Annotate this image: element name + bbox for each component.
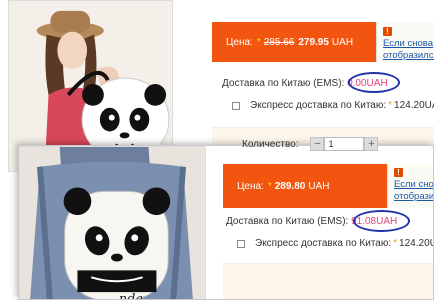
svg-text:nda: nda [119, 292, 143, 300]
price-label: Цена: [237, 180, 264, 192]
price-bar: Цена: * 285.66 279.95 UAH [212, 22, 376, 62]
ems-label: Доставка по Китаю (EMS): [222, 78, 345, 89]
ems-label: Доставка по Китаю (EMS): [226, 216, 349, 227]
express-marker: * [393, 238, 398, 249]
notice-box: ! Если снова отобразился [376, 22, 434, 62]
product-photo-hoodie-panda-backpack: nda [19, 146, 206, 300]
notice-link-line2[interactable]: отобразился [383, 50, 434, 61]
express-amount: 124.20UAH [399, 238, 433, 249]
price-bar: Цена: * 289.80 UAH [223, 164, 387, 208]
express-checkbox[interactable] [232, 101, 240, 110]
express-shipping-row: Экспресс доставка по Китаю: * 124.20UAH [237, 238, 433, 249]
old-price: 285.66 [263, 36, 295, 48]
quantity-input[interactable]: 1 [324, 137, 365, 151]
notice-link[interactable]: Если сно [394, 179, 433, 190]
price-label: Цена: [226, 36, 253, 48]
quantity-control: Количество: − 1 + [242, 137, 379, 151]
new-price: 279.95 [298, 36, 329, 48]
quantity-label: Количество: [242, 138, 299, 150]
quantity-plus-button[interactable]: + [364, 137, 379, 151]
express-label: Экспресс доставка по Китаю: [250, 100, 387, 111]
notice-box: ! Если сно отобразил [387, 164, 433, 208]
price-marker: * [256, 36, 261, 48]
currency: UAH [331, 36, 354, 48]
bottom-screenshot: nda Цена: * 289.80 UAH ! Если сно отобра… [18, 145, 434, 300]
notice-link[interactable]: Если снова [383, 38, 433, 49]
warning-icon: ! [394, 168, 403, 177]
hoodie-panda-backpack-image: nda [20, 147, 205, 300]
price-marker: * [267, 180, 272, 192]
annotation-circle [353, 210, 410, 232]
express-amount: 124.20UAH [394, 100, 434, 111]
options-box [223, 263, 433, 299]
express-shipping-row: Экспресс доставка по Китаю: * 124.20UAH [232, 100, 434, 111]
warning-icon: ! [383, 27, 392, 36]
express-marker: * [388, 100, 393, 111]
express-label: Экспресс доставка по Китаю: [255, 238, 392, 249]
quantity-minus-button[interactable]: − [310, 137, 325, 151]
express-checkbox[interactable] [237, 239, 245, 248]
notice-link-line2[interactable]: отобразил [394, 191, 433, 202]
currency: UAH [308, 180, 330, 192]
price: 289.80 [274, 180, 306, 192]
annotation-circle [348, 72, 400, 93]
